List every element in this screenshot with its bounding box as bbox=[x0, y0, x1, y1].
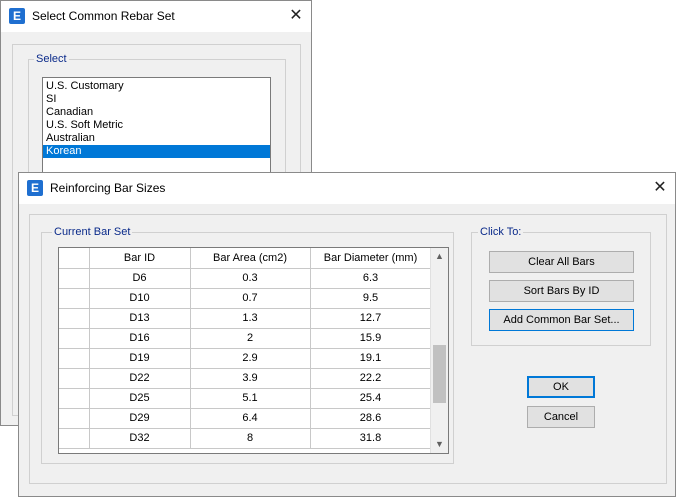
click-to-label: Click To: bbox=[478, 226, 524, 238]
bar-diameter-cell[interactable]: 22.2 bbox=[310, 368, 432, 389]
row-header[interactable] bbox=[59, 288, 90, 309]
row-header[interactable] bbox=[59, 328, 90, 349]
chevron-down-icon[interactable]: ▼ bbox=[431, 436, 448, 453]
table-row[interactable]: D22 3.9 22.2 bbox=[59, 368, 432, 389]
bar-area-cell[interactable]: 0.3 bbox=[190, 268, 311, 289]
row-header[interactable] bbox=[59, 348, 90, 369]
bar-area-cell[interactable]: 3.9 bbox=[190, 368, 311, 389]
bar-id-cell[interactable]: D29 bbox=[89, 408, 191, 429]
sort-bars-button[interactable]: Sort Bars By ID bbox=[489, 280, 634, 302]
bar-area-cell[interactable]: 8 bbox=[190, 428, 311, 449]
bar-diameter-cell[interactable]: 9.5 bbox=[310, 288, 432, 309]
chevron-up-icon[interactable]: ▲ bbox=[431, 248, 448, 265]
cancel-button[interactable]: Cancel bbox=[527, 406, 595, 428]
row-header[interactable] bbox=[59, 368, 90, 389]
bar-id-cell[interactable]: D16 bbox=[89, 328, 191, 349]
vertical-scrollbar[interactable]: ▲ ▼ bbox=[430, 248, 448, 453]
table-row[interactable]: D16 2 15.9 bbox=[59, 328, 432, 349]
bar-id-cell[interactable]: D10 bbox=[89, 288, 191, 309]
bar-diameter-cell[interactable]: 25.4 bbox=[310, 388, 432, 409]
bar-diameter-cell[interactable]: 19.1 bbox=[310, 348, 432, 369]
table-row[interactable]: D32 8 31.8 bbox=[59, 428, 432, 449]
bar-diameter-cell[interactable]: 6.3 bbox=[310, 268, 432, 289]
select-group-label: Select bbox=[34, 53, 69, 65]
row-header[interactable] bbox=[59, 388, 90, 409]
list-item-selected[interactable]: Korean bbox=[43, 145, 270, 158]
bar-area-cell[interactable]: 2.9 bbox=[190, 348, 311, 369]
current-bar-set-label: Current Bar Set bbox=[52, 226, 133, 238]
list-item[interactable]: U.S. Soft Metric bbox=[43, 119, 270, 132]
bar-id-cell[interactable]: D32 bbox=[89, 428, 191, 449]
list-item[interactable]: Australian bbox=[43, 132, 270, 145]
rebar-set-title: Select Common Rebar Set bbox=[32, 9, 175, 23]
bar-diameter-cell[interactable]: 15.9 bbox=[310, 328, 432, 349]
clear-all-bars-button[interactable]: Clear All Bars bbox=[489, 251, 634, 273]
bar-diameter-cell[interactable]: 31.8 bbox=[310, 428, 432, 449]
table-header-row: Bar ID Bar Area (cm2) Bar Diameter (mm) bbox=[59, 248, 432, 269]
bar-area-cell[interactable]: 6.4 bbox=[190, 408, 311, 429]
bar-area-cell[interactable]: 0.7 bbox=[190, 288, 311, 309]
rebar-set-list[interactable]: U.S. Customary SI Canadian U.S. Soft Met… bbox=[42, 77, 271, 187]
app-icon: E bbox=[9, 8, 25, 24]
table-row[interactable]: D29 6.4 28.6 bbox=[59, 408, 432, 429]
ok-button[interactable]: OK bbox=[527, 376, 595, 398]
row-header[interactable] bbox=[59, 428, 90, 449]
list-item[interactable]: U.S. Customary bbox=[43, 80, 270, 93]
bar-id-cell[interactable]: D22 bbox=[89, 368, 191, 389]
bar-id-cell[interactable]: D13 bbox=[89, 308, 191, 329]
row-header[interactable] bbox=[59, 308, 90, 329]
column-header-bar-area[interactable]: Bar Area (cm2) bbox=[190, 248, 311, 269]
bar-id-cell[interactable]: D6 bbox=[89, 268, 191, 289]
row-header[interactable] bbox=[59, 268, 90, 289]
scrollbar-thumb[interactable] bbox=[433, 345, 446, 403]
bar-sizes-title: Reinforcing Bar Sizes bbox=[50, 181, 166, 195]
table-row[interactable]: D25 5.1 25.4 bbox=[59, 388, 432, 409]
app-icon: E bbox=[27, 180, 43, 196]
close-icon[interactable]: ✕ bbox=[286, 7, 306, 25]
bar-sizes-dialog: E Reinforcing Bar Sizes ✕ Current Bar Se… bbox=[18, 172, 676, 497]
table-row[interactable]: D10 0.7 9.5 bbox=[59, 288, 432, 309]
column-header-bar-id[interactable]: Bar ID bbox=[89, 248, 191, 269]
add-common-bar-set-button[interactable]: Add Common Bar Set... bbox=[489, 309, 634, 331]
table-row[interactable]: D13 1.3 12.7 bbox=[59, 308, 432, 329]
row-header[interactable] bbox=[59, 408, 90, 429]
list-item[interactable]: Canadian bbox=[43, 106, 270, 119]
bar-area-cell[interactable]: 1.3 bbox=[190, 308, 311, 329]
bar-id-cell[interactable]: D25 bbox=[89, 388, 191, 409]
rebar-set-titlebar: E Select Common Rebar Set ✕ bbox=[1, 1, 311, 32]
bar-diameter-cell[interactable]: 28.6 bbox=[310, 408, 432, 429]
list-item[interactable]: SI bbox=[43, 93, 270, 106]
bar-sizes-titlebar: E Reinforcing Bar Sizes ✕ bbox=[19, 173, 675, 204]
row-header-corner bbox=[59, 248, 90, 269]
bar-area-cell[interactable]: 2 bbox=[190, 328, 311, 349]
bar-area-cell[interactable]: 5.1 bbox=[190, 388, 311, 409]
table-row[interactable]: D6 0.3 6.3 bbox=[59, 268, 432, 289]
table-row[interactable]: D19 2.9 19.1 bbox=[59, 348, 432, 369]
bar-diameter-cell[interactable]: 12.7 bbox=[310, 308, 432, 329]
close-icon[interactable]: ✕ bbox=[650, 179, 670, 197]
column-header-bar-diameter[interactable]: Bar Diameter (mm) bbox=[310, 248, 432, 269]
bar-id-cell[interactable]: D19 bbox=[89, 348, 191, 369]
bar-table[interactable]: Bar ID Bar Area (cm2) Bar Diameter (mm) … bbox=[58, 247, 449, 454]
